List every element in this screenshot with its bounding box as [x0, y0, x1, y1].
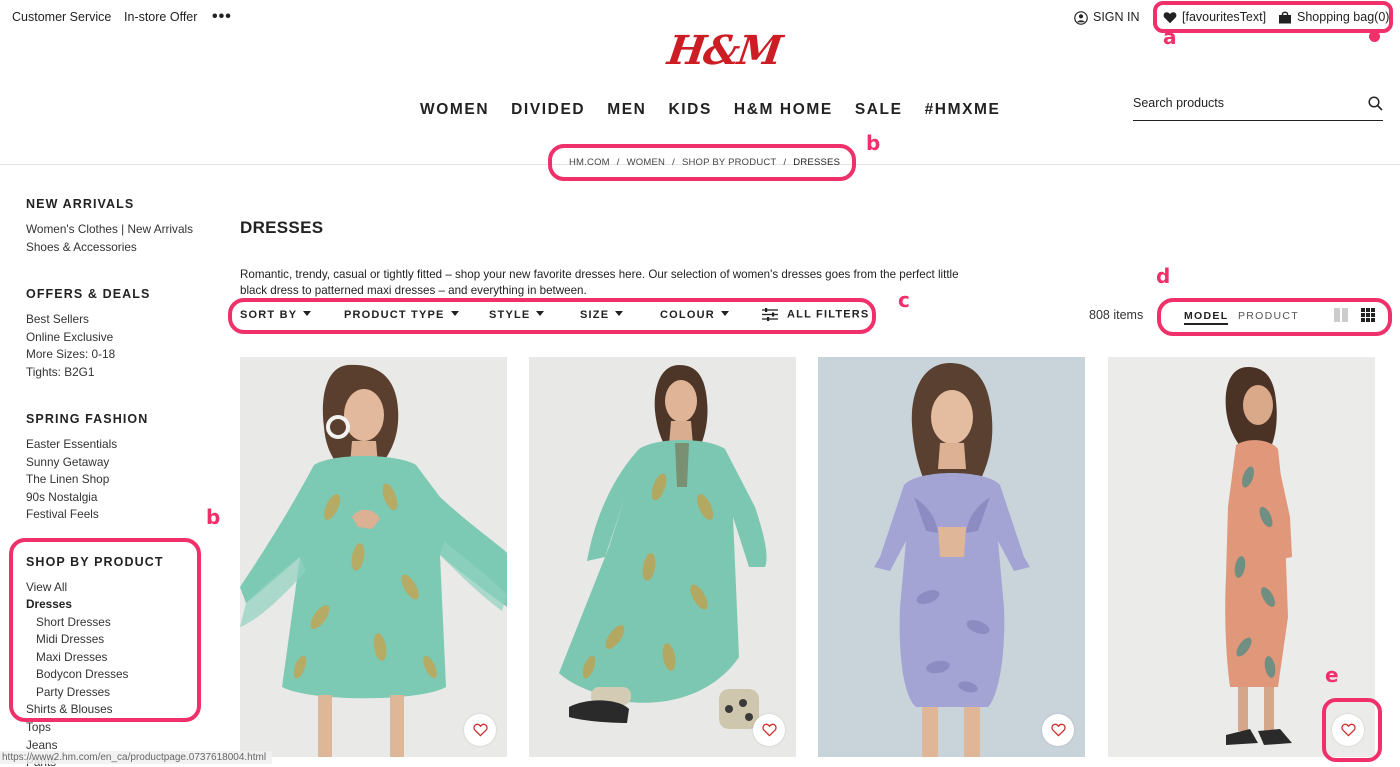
product-image[interactable] — [1108, 357, 1375, 757]
hm-logo[interactable]: H&M — [665, 27, 784, 74]
nav-men[interactable]: MEN — [607, 101, 646, 119]
sidebar-link[interactable]: Best Sellers — [26, 312, 89, 326]
annotation-box-view — [1157, 298, 1392, 336]
page-title: DRESSES — [240, 218, 324, 237]
sidebar-link[interactable]: Women's Clothes | New Arrivals — [26, 222, 193, 236]
nav-divided[interactable]: DIVIDED — [511, 101, 585, 119]
product-card[interactable] — [240, 357, 507, 757]
sidebar-link[interactable]: Shoes & Accessories — [26, 240, 137, 254]
sidebar-link[interactable]: The Linen Shop — [26, 472, 109, 486]
annotation-label-e: e — [1325, 663, 1339, 687]
annotation-dot — [1369, 31, 1380, 42]
sidebar-link[interactable]: Easter Essentials — [26, 437, 117, 451]
instore-offer-link[interactable]: In-store Offer — [124, 10, 197, 24]
annotation-box-sidebar — [9, 538, 201, 722]
annotation-label-b: b — [206, 505, 221, 529]
annotation-box-filters — [228, 298, 876, 334]
item-count: 808 items — [1089, 308, 1144, 322]
annotation-label-c: c — [898, 288, 910, 312]
sidebar-link[interactable]: More Sizes: 0-18 — [26, 347, 115, 361]
nav-hm-home[interactable]: H&M HOME — [734, 101, 833, 119]
category-description: Romantic, trendy, casual or tightly fitt… — [240, 268, 959, 297]
favourite-button[interactable] — [464, 714, 496, 746]
annotation-label-a: a — [1163, 25, 1177, 49]
annotation-label-d: d — [1156, 264, 1171, 288]
heart-outline-icon — [472, 723, 488, 737]
nav-women[interactable]: WOMEN — [420, 101, 489, 119]
annotation-label-b: b — [866, 131, 881, 155]
sign-in-label: SIGN IN — [1093, 10, 1140, 24]
sidebar-link[interactable]: Tights: B2G1 — [26, 365, 94, 379]
product-card[interactable] — [818, 357, 1085, 757]
nav-kids[interactable]: KIDS — [668, 101, 711, 119]
annotation-box-favourite — [1322, 698, 1382, 762]
product-card[interactable] — [529, 357, 796, 757]
nav-hmxme[interactable]: #HMXME — [925, 101, 1001, 119]
sidebar-heading-offers[interactable]: OFFERS & DEALS — [26, 287, 150, 301]
sidebar-heading-new-arrivals[interactable]: NEW ARRIVALS — [26, 197, 134, 211]
heart-outline-icon — [761, 723, 777, 737]
more-menu-icon[interactable]: ••• — [212, 8, 232, 26]
product-image[interactable] — [818, 357, 1085, 757]
heart-outline-icon — [1050, 723, 1066, 737]
search-input[interactable] — [1133, 94, 1353, 110]
favourite-button[interactable] — [1042, 714, 1074, 746]
product-image[interactable] — [240, 357, 507, 757]
favourite-button[interactable] — [753, 714, 785, 746]
product-card[interactable] — [1108, 357, 1375, 757]
nav-sale[interactable]: SALE — [855, 101, 903, 119]
sidebar-heading-spring[interactable]: SPRING FASHION — [26, 412, 148, 426]
product-image[interactable] — [529, 357, 796, 757]
annotation-box-breadcrumb — [548, 144, 856, 181]
sidebar-link[interactable]: Sunny Getaway — [26, 455, 109, 469]
sidebar-link[interactable]: Online Exclusive — [26, 330, 113, 344]
status-bar-url: https://www2.hm.com/en_ca/productpage.07… — [0, 751, 273, 764]
user-icon — [1074, 10, 1088, 25]
search-box — [1133, 94, 1383, 121]
sign-in-link[interactable]: SIGN IN — [1074, 10, 1140, 25]
customer-service-link[interactable]: Customer Service — [12, 10, 111, 24]
sidebar-link[interactable]: Tops — [26, 720, 51, 734]
sidebar-link[interactable]: 90s Nostalgia — [26, 490, 97, 504]
search-icon[interactable] — [1368, 96, 1383, 111]
sidebar-link[interactable]: Festival Feels — [26, 507, 99, 521]
annotation-box-a — [1153, 1, 1393, 33]
sidebar-link[interactable]: Jeans — [26, 738, 57, 752]
main-nav: WOMEN DIVIDED MEN KIDS H&M HOME SALE #HM… — [420, 101, 1000, 119]
